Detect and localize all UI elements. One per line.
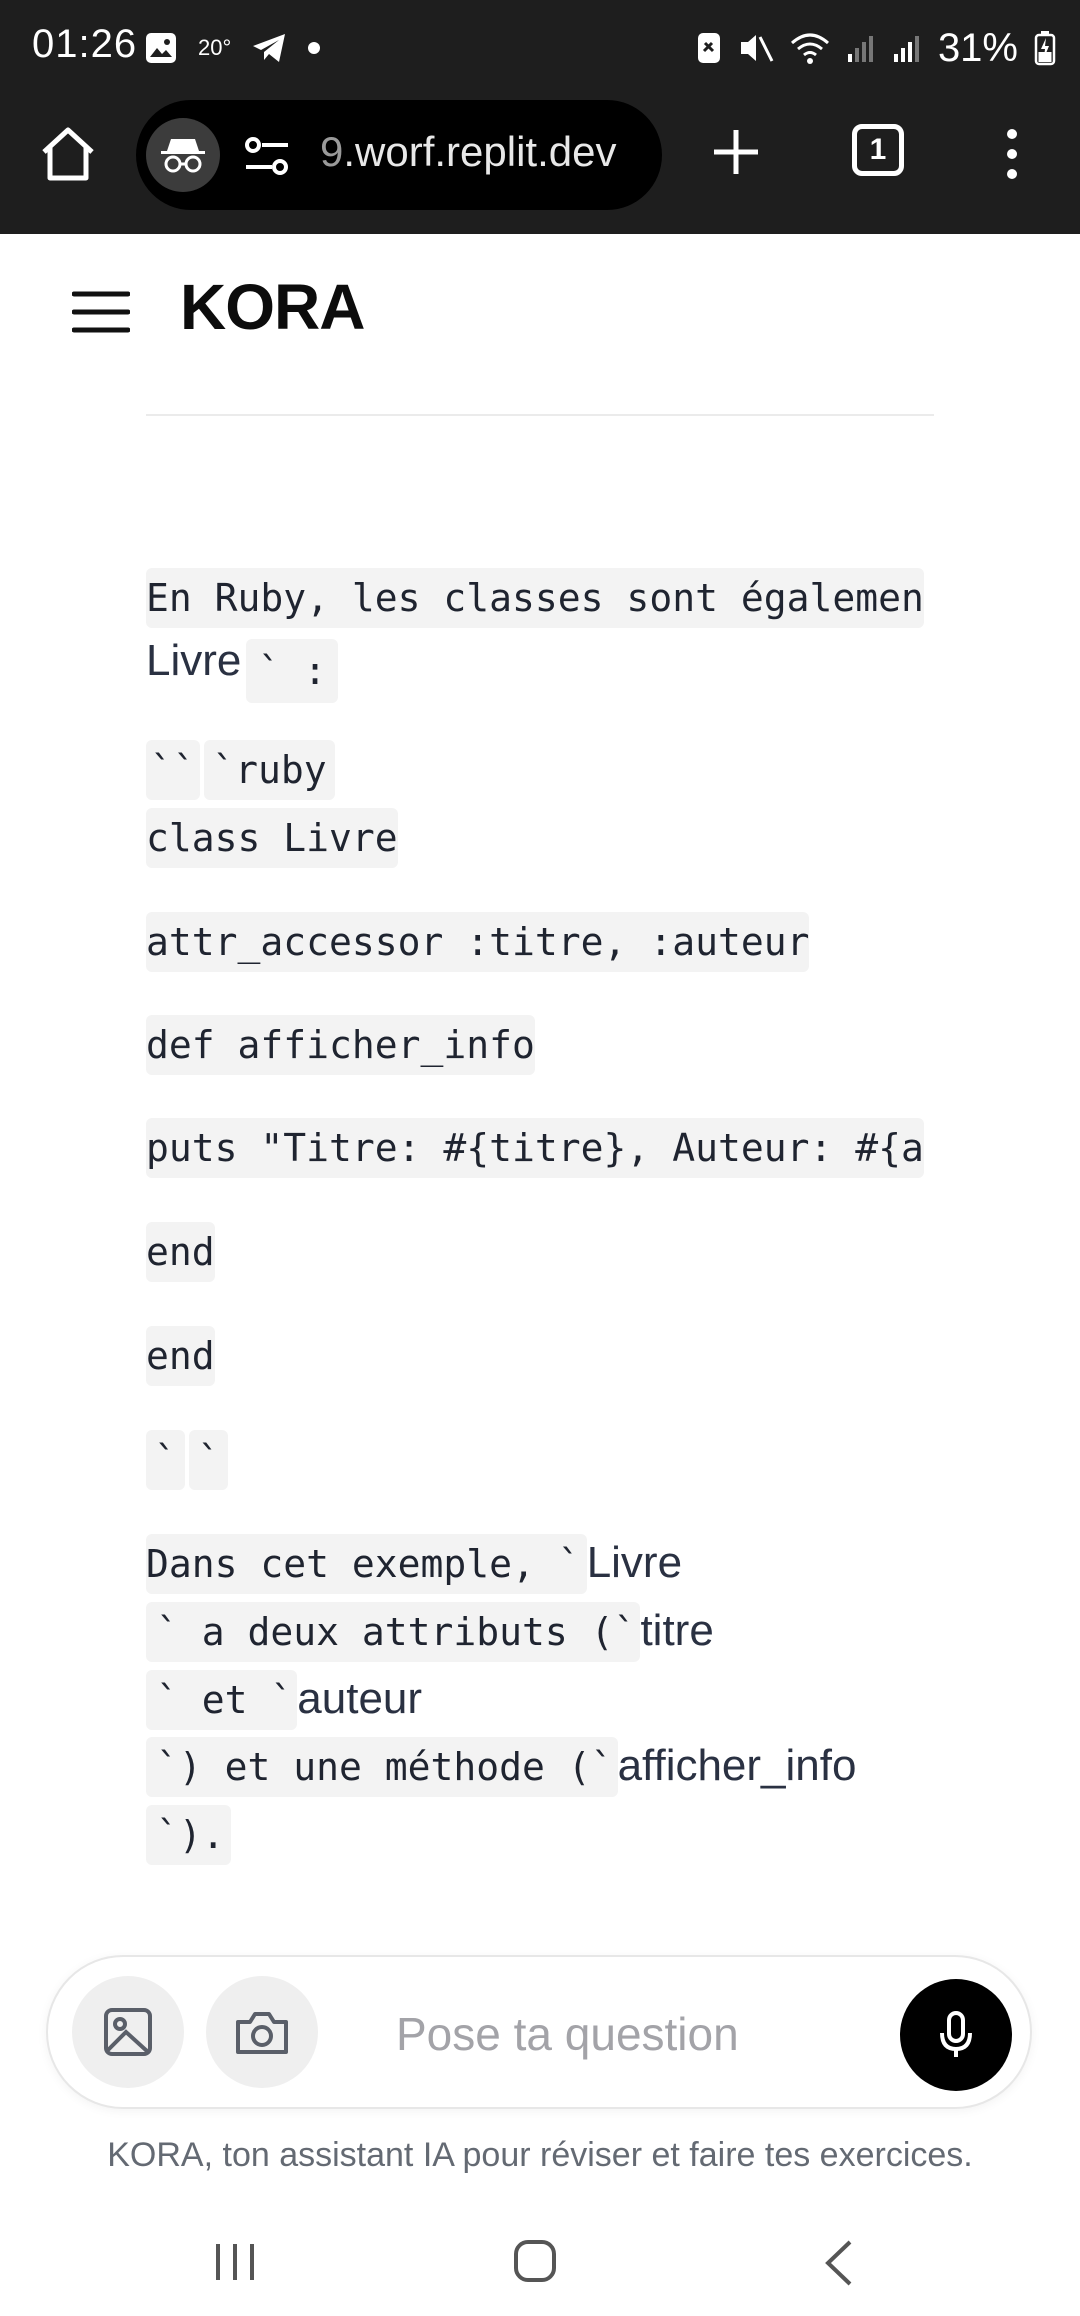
browser-chrome: 01:26 20° 31% 9.worf.replit.dev 1 bbox=[0, 0, 1080, 234]
recents-icon[interactable] bbox=[212, 2240, 258, 2284]
upload-image-button[interactable] bbox=[72, 1976, 184, 2088]
code-line-5: end bbox=[146, 1222, 215, 1282]
code-line-2: attr_accessor :titre, :auteur bbox=[146, 912, 810, 972]
fence-close-a: ` bbox=[146, 1430, 185, 1490]
code-text: def afficher_info bbox=[146, 1015, 535, 1075]
code-line-4: puts "Titre: #{titre}, Auteur: #{a bbox=[146, 1118, 934, 1178]
fence-close-b: ` bbox=[189, 1430, 229, 1490]
code-line-3: def afficher_info bbox=[146, 1015, 535, 1075]
content-divider bbox=[146, 414, 934, 416]
explanation-code: Dans cet exemple, ` bbox=[146, 1534, 587, 1594]
camera-icon bbox=[236, 2012, 288, 2054]
home-nav-icon[interactable] bbox=[512, 2238, 558, 2284]
mic-icon bbox=[940, 2011, 972, 2057]
app-title: KORA bbox=[180, 271, 365, 343]
status-time: 01:26 bbox=[32, 22, 138, 66]
code-text: attr_accessor :titre, :auteur bbox=[146, 912, 810, 972]
code-text: end bbox=[146, 1326, 215, 1386]
home-icon[interactable] bbox=[36, 122, 100, 186]
disclaimer-text: KORA, ton assistant IA pour réviser et f… bbox=[107, 2136, 973, 2174]
more-vert-icon[interactable] bbox=[1000, 124, 1024, 184]
code-text: end bbox=[146, 1222, 215, 1282]
explanation-word: titre bbox=[640, 1606, 714, 1655]
question-input[interactable]: Pose ta question bbox=[396, 2007, 739, 2061]
nfc-icon bbox=[697, 33, 720, 63]
browser-toolbar: 9.worf.replit.dev 1 bbox=[0, 96, 1080, 234]
question-composer: Pose ta question bbox=[46, 1955, 1032, 2109]
system-nav-bar bbox=[0, 2216, 1080, 2316]
explanation-code: ` a deux attributs (` bbox=[146, 1602, 641, 1662]
wifi-icon bbox=[790, 33, 829, 64]
address-bar[interactable]: 9.worf.replit.dev bbox=[136, 100, 662, 210]
code-line-6: end bbox=[146, 1326, 215, 1386]
explanation-word: afficher_info bbox=[617, 1741, 857, 1790]
plus-icon[interactable] bbox=[706, 122, 766, 182]
status-right-icons: 31% bbox=[696, 24, 1056, 72]
code-text: puts "Titre: #{titre}, Auteur: #{a bbox=[146, 1118, 924, 1178]
intro-code: En Ruby, les classes sont égalemen bbox=[146, 568, 924, 628]
app-header: KORA bbox=[0, 234, 1080, 386]
dot-icon bbox=[308, 42, 321, 54]
explanation-line-1: Dans cet exemple, ` Livre bbox=[146, 1534, 682, 1594]
battery-icon bbox=[1034, 31, 1056, 66]
intro-word: Livre bbox=[146, 636, 242, 685]
tune-icon[interactable] bbox=[244, 134, 290, 178]
status-bar: 01:26 20° 31% bbox=[0, 0, 1080, 96]
hamburger-icon[interactable] bbox=[72, 290, 130, 334]
intro-tail: ` : bbox=[245, 638, 339, 703]
fence-open: `` `ruby bbox=[146, 740, 335, 800]
telegram-icon bbox=[253, 34, 286, 62]
code-line-1: class Livre bbox=[146, 808, 398, 868]
image-icon bbox=[104, 2008, 152, 2056]
explanation-code: `) et une méthode (` bbox=[146, 1737, 618, 1797]
explanation-line-3: ` et `auteur bbox=[146, 1670, 422, 1730]
mute-icon bbox=[740, 35, 774, 62]
camera-button[interactable] bbox=[206, 1976, 318, 2088]
signal-icon bbox=[893, 36, 919, 62]
explanation-line-2: ` a deux attributs (`titre bbox=[146, 1602, 714, 1662]
status-temperature: 20° bbox=[198, 35, 232, 60]
explanation-word: auteur bbox=[297, 1674, 423, 1723]
url-text[interactable]: 9.worf.replit.dev bbox=[320, 128, 616, 176]
url-prefix: 9 bbox=[320, 128, 344, 175]
intro-line: En Ruby, les classes sont égalemen bbox=[146, 568, 934, 628]
battery-percent: 31% bbox=[937, 25, 1018, 70]
incognito-icon[interactable] bbox=[146, 118, 220, 192]
status-left-icons: 20° bbox=[144, 26, 321, 70]
explanation-line-4: `) et une méthode (`afficher_info bbox=[146, 1737, 856, 1797]
explanation-word: Livre bbox=[586, 1538, 683, 1587]
back-icon[interactable] bbox=[820, 2238, 856, 2288]
mic-button[interactable] bbox=[900, 1979, 1012, 2091]
intro-line-2: Livre ` : bbox=[146, 636, 339, 703]
explanation-line-5: `). bbox=[146, 1805, 231, 1865]
explanation-code: `). bbox=[146, 1805, 231, 1865]
tab-switcher-button[interactable]: 1 bbox=[852, 124, 904, 176]
gallery-notification-icon bbox=[146, 33, 176, 63]
signal-weak-icon bbox=[847, 36, 873, 62]
explanation-code: ` et ` bbox=[146, 1670, 298, 1730]
code-text: class Livre bbox=[146, 808, 398, 868]
url-host: .worf.replit.dev bbox=[343, 128, 617, 175]
fence-lang: `ruby bbox=[204, 740, 335, 800]
fence-close: ` ` bbox=[146, 1430, 229, 1490]
fence-ticks: `` bbox=[146, 740, 200, 800]
